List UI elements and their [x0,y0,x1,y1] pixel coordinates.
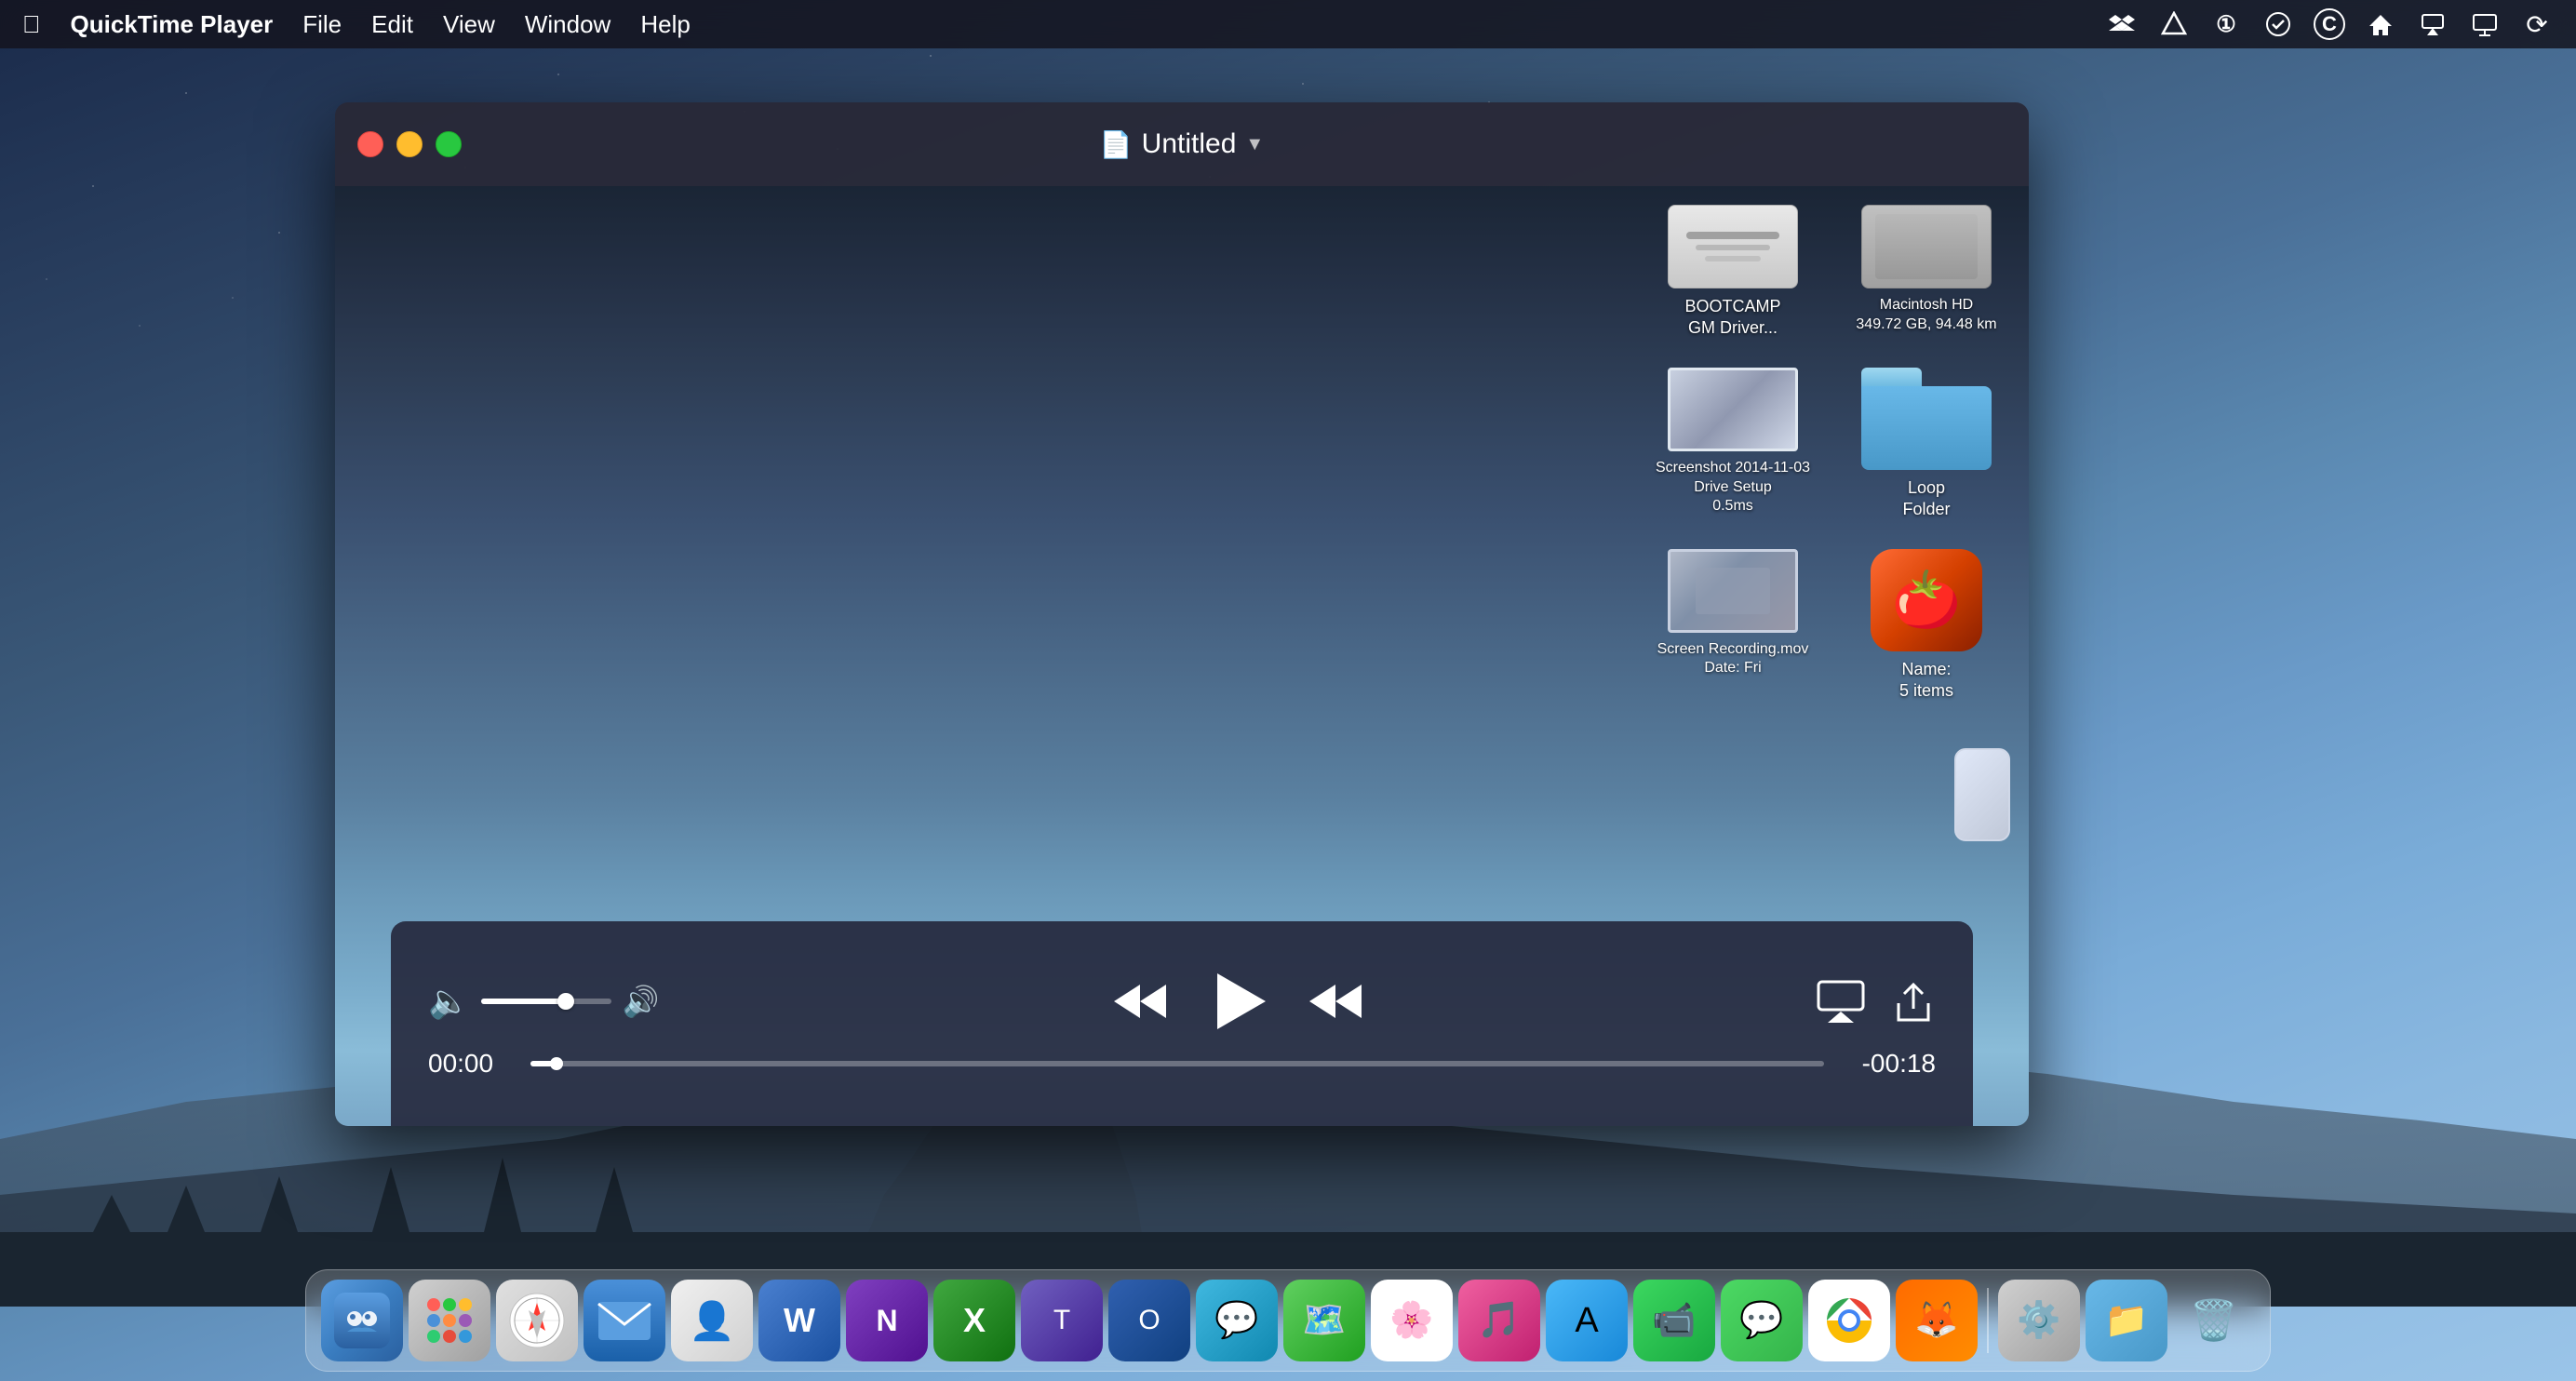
dock-item-outlook[interactable]: O [1108,1280,1190,1361]
dock-item-contacts[interactable]: 👤 [671,1280,753,1361]
dock-item-itunes[interactable]: 🎵 [1458,1280,1540,1361]
screenshot-icon-2[interactable]: Screen Recording.movDate: Fri [1649,549,1817,703]
screenshot-icon-1[interactable]: Screenshot 2014-11-03Drive Setup0.5ms [1649,368,1817,521]
fast-forward-button[interactable] [1308,981,1363,1022]
dropbox-icon[interactable] [2105,7,2139,41]
volume-fill [481,999,566,1004]
quicktime-window: 📄 Untitled ▼ BOOTCAMPGM Driver... [335,102,2029,1126]
icon-row-2: Screenshot 2014-11-03Drive Setup0.5ms Lo… [1649,368,2010,521]
menu-window[interactable]: Window [525,10,610,39]
titlebar: 📄 Untitled ▼ [335,102,2029,186]
dock-item-word[interactable]: W [758,1280,840,1361]
airplay-button[interactable] [1817,980,1865,1023]
dock-item-facetime[interactable]: 📹 [1633,1280,1715,1361]
icon-row-3: Screen Recording.movDate: Fri 🍅 Name:5 i… [1649,549,2010,703]
progress-bar[interactable] [530,1061,1824,1066]
apple-menu[interactable]:  [22,10,41,39]
window-title-text: Untitled [1142,128,1237,160]
google-drive-icon[interactable] [2157,7,2191,41]
menubar-right: ① C [2105,7,2554,41]
window-title: 📄 Untitled ▼ [1100,128,1264,160]
menu-help[interactable]: Help [640,10,690,39]
airplay-menubar-icon[interactable] [2416,7,2449,41]
dock-item-messages[interactable]: 💬 [1721,1280,1803,1361]
dock-item-maps[interactable]: 🗺️ [1283,1280,1365,1361]
volume-slider[interactable] [481,999,611,1004]
dock-item-firefox[interactable]: 🦊 [1896,1280,1978,1361]
controls-top-row: 🔈 🔊 [428,969,1936,1034]
current-time: 00:00 [428,1049,512,1079]
volume-thumb[interactable] [557,993,574,1010]
close-button[interactable] [357,131,383,157]
dock-item-photos[interactable]: 🌸 [1371,1280,1453,1361]
dock-item-excel[interactable]: X [933,1280,1015,1361]
menubar:  QuickTime Player File Edit View Window… [0,0,2576,48]
iphone-icon [1954,748,2010,841]
dock: 👤 W N X T O 💬 🗺️ 🌸 🎵 A 📹 💬 🦊 ⚙️ � [305,1269,2271,1372]
rewind-button[interactable] [1112,981,1168,1022]
dock-item-system-prefs[interactable]: ⚙️ [1998,1280,2080,1361]
play-button[interactable] [1205,969,1270,1034]
play-triangle-icon [1217,973,1266,1029]
app-menu-quicktime[interactable]: QuickTime Player [71,10,274,39]
minimize-button[interactable] [396,131,423,157]
drive-icon-1[interactable]: BOOTCAMPGM Driver... [1649,205,1817,340]
dock-item-appstore[interactable]: A [1546,1280,1628,1361]
timemachine-icon[interactable]: ⟳ [2520,7,2554,41]
dock-item-finder[interactable] [321,1280,403,1361]
folder-icon[interactable]: LoopFolder [1843,368,2010,521]
maximize-button[interactable] [436,131,462,157]
menu-file[interactable]: File [302,10,342,39]
dock-item-skype[interactable]: 💬 [1196,1280,1278,1361]
dock-item-safari[interactable] [496,1280,578,1361]
traffic-lights [357,131,462,157]
volume-low-icon[interactable]: 🔈 [428,982,470,1021]
dock-item-chrome[interactable] [1808,1280,1890,1361]
progress-row: 00:00 -00:18 [428,1049,1936,1079]
title-document-icon: 📄 [1100,129,1133,160]
video-desktop-icons: BOOTCAMPGM Driver... Macintosh HD349.72 … [1649,205,2010,841]
drive-icon-2[interactable]: Macintosh HD349.72 GB, 94.48 km [1843,205,2010,340]
onepassword-icon[interactable]: ① [2209,7,2243,41]
title-chevron-icon[interactable]: ▼ [1245,134,1264,155]
share-button[interactable] [1891,977,1936,1026]
checkmark-icon[interactable] [2261,7,2295,41]
icon-row-1: BOOTCAMPGM Driver... Macintosh HD349.72 … [1649,205,2010,340]
dock-item-teams[interactable]: T [1021,1280,1103,1361]
menubar-left:  QuickTime Player File Edit View Window… [22,10,691,39]
dock-item-launchpad[interactable] [409,1280,490,1361]
time-remaining: -00:18 [1843,1049,1936,1079]
screenconnect-icon[interactable] [2468,7,2502,41]
menu-edit[interactable]: Edit [371,10,413,39]
carboncopy-icon[interactable]: C [2314,8,2345,40]
dock-item-folder[interactable]: 📁 [2086,1280,2167,1361]
volume-control: 🔈 🔊 [428,982,660,1021]
progress-thumb[interactable] [550,1057,563,1070]
dock-item-trash[interactable]: 🗑️ [2173,1280,2255,1361]
playback-controls [1112,969,1363,1034]
controls-overlay: 🔈 🔊 [391,921,1973,1126]
app-tomato-icon[interactable]: 🍅 Name:5 items [1843,549,2010,703]
video-area: BOOTCAMPGM Driver... Macintosh HD349.72 … [335,186,2029,1126]
right-controls [1817,977,1936,1026]
dock-item-mail[interactable] [584,1280,665,1361]
dock-separator [1987,1288,1989,1353]
volume-high-icon[interactable]: 🔊 [623,984,660,1019]
menu-view[interactable]: View [443,10,495,39]
home-icon[interactable] [2364,7,2397,41]
dock-item-onenote[interactable]: N [846,1280,928,1361]
